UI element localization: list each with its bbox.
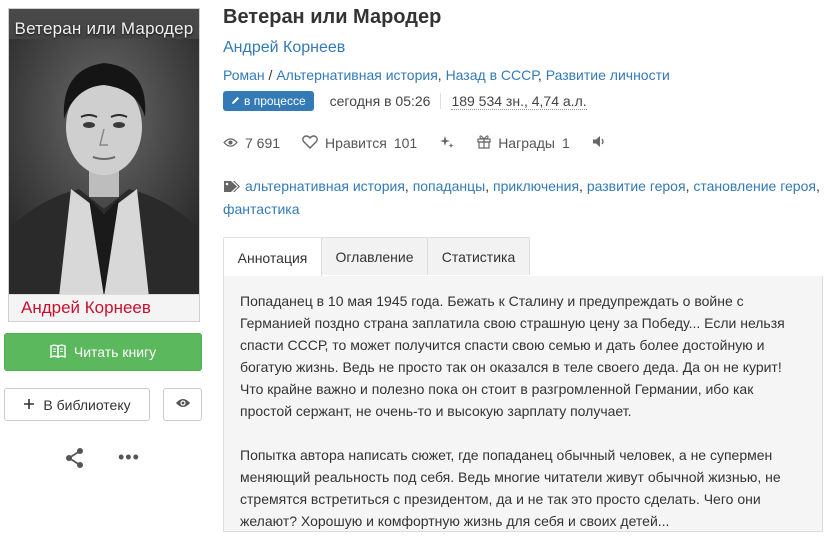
heart-icon xyxy=(302,134,318,152)
tab-bar: Аннотация Оглавление Статистика xyxy=(223,237,823,277)
speaker-icon xyxy=(592,135,607,151)
author-link[interactable]: Андрей Корнеев xyxy=(223,39,345,57)
cover-author: Андрей Корнеев xyxy=(21,298,151,317)
annotation-panel: Попаданец в 10 мая 1945 года. Бежать к С… xyxy=(223,276,823,532)
book-title: Ветеран или Мародер xyxy=(223,6,442,28)
tags-icon xyxy=(223,178,241,199)
status-badge: в процессе xyxy=(223,91,314,111)
status-badge-label: в процессе xyxy=(244,94,306,108)
genre-link[interactable]: Назад в СССР xyxy=(446,67,538,83)
tab-annotation[interactable]: Аннотация xyxy=(223,237,322,277)
book-meta: в процессе сегодня в 05:26 189 534 зн., … xyxy=(223,90,587,112)
cover-title: Ветеран или Мародер xyxy=(14,19,194,38)
book-cover[interactable]: Ветеран или Мародер Андрей Корнеев xyxy=(8,8,200,322)
like-label: Нравится xyxy=(325,135,387,151)
genre-link[interactable]: Роман xyxy=(223,67,265,83)
sparkle-icon xyxy=(439,134,455,153)
read-book-button[interactable]: Читать книгу xyxy=(4,333,202,371)
tab-statistics[interactable]: Статистика xyxy=(427,237,530,275)
tag-link[interactable]: приключения xyxy=(493,178,579,194)
add-to-library-label: В библиотеку xyxy=(43,396,131,413)
awards-button[interactable]: Награды 1 xyxy=(477,134,570,152)
read-book-label: Читать книгу xyxy=(73,344,157,360)
tag-link[interactable]: становление героя xyxy=(693,178,816,194)
sparkle-button[interactable] xyxy=(439,134,455,153)
pencil-icon xyxy=(231,94,240,108)
tag-link[interactable]: развитие героя xyxy=(587,178,686,194)
watch-button[interactable] xyxy=(163,388,202,421)
annotation-paragraph: Попытка автора написать сюжет, где попад… xyxy=(240,447,781,529)
book-open-icon xyxy=(50,344,66,361)
genre-link[interactable]: Альтернативная история xyxy=(276,67,437,83)
tag-link[interactable]: фантастика xyxy=(223,201,300,217)
views-count: 7 691 xyxy=(245,135,281,151)
tag-link[interactable]: альтернативная история xyxy=(245,178,405,194)
tab-contents[interactable]: Оглавление xyxy=(321,237,428,275)
book-size: 189 534 зн., 4,74 а.л. xyxy=(451,92,587,110)
cover-portrait-image xyxy=(9,39,199,297)
genre-link[interactable]: Развитие личности xyxy=(546,67,670,83)
updated-date: сегодня в 05:26 xyxy=(330,93,442,109)
genre-separator: / xyxy=(264,67,277,83)
annotation-paragraph: Попаданец в 10 мая 1945 года. Бежать к С… xyxy=(240,293,785,419)
like-button[interactable]: Нравится 101 xyxy=(302,134,418,152)
eye-icon xyxy=(223,135,238,151)
awards-label: Награды xyxy=(498,135,555,151)
share-icon[interactable] xyxy=(64,447,86,469)
awards-count: 1 xyxy=(562,135,570,151)
audio-button[interactable] xyxy=(592,135,607,151)
more-options-icon[interactable]: ••• xyxy=(118,448,142,468)
tag-list: альтернативная история, попаданцы, прикл… xyxy=(223,178,820,217)
views-stat: 7 691 xyxy=(223,135,280,151)
plus-icon xyxy=(23,397,35,413)
eye-icon xyxy=(175,396,191,414)
add-to-library-button[interactable]: В библиотеку xyxy=(4,388,150,421)
book-stats: 7 691 Нравится 101 Награды 1 xyxy=(223,133,629,153)
like-count: 101 xyxy=(393,135,418,151)
tag-link[interactable]: попаданцы xyxy=(413,178,486,194)
gift-icon xyxy=(477,134,491,152)
genre-list: Роман / Альтернативная история, Назад в … xyxy=(223,67,670,83)
